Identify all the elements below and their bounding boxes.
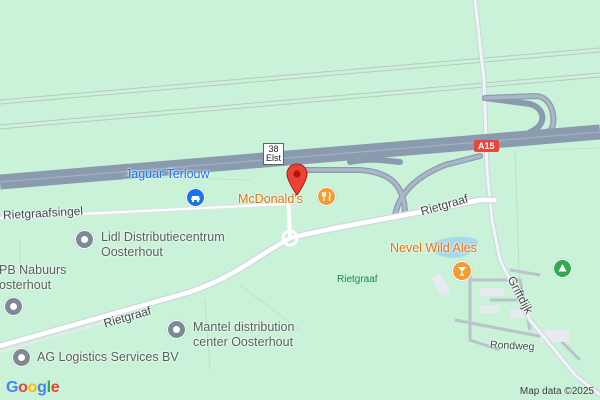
residential-buildings bbox=[431, 272, 570, 342]
park-icon[interactable] bbox=[553, 259, 572, 278]
nevel-label[interactable]: Nevel Wild Ales bbox=[390, 241, 477, 255]
business-icon-ag[interactable] bbox=[12, 348, 31, 367]
pb-label-line2: osterhout bbox=[0, 278, 52, 292]
car-dealer-icon[interactable] bbox=[186, 188, 205, 207]
copyright-label[interactable]: Map data ©2025 bbox=[520, 386, 594, 397]
lidl-label-line2: Oosterhout bbox=[101, 245, 163, 259]
rondweg-label: Rondweg bbox=[489, 338, 535, 354]
pb-label-line1: PB Nabuurs bbox=[0, 263, 67, 277]
business-icon-lidl[interactable] bbox=[75, 230, 94, 249]
railway-lines bbox=[0, 47, 600, 130]
mantel-label[interactable]: Mantel distribution center Oosterhout bbox=[193, 320, 294, 350]
a15-shield: A15 bbox=[474, 140, 499, 152]
lidl-label[interactable]: Lidl Distributiecentrum Oosterhout bbox=[101, 230, 225, 260]
google-logo[interactable]: Google bbox=[6, 379, 60, 397]
exit-shield: 38 Elst bbox=[263, 143, 285, 165]
business-icon-pb[interactable] bbox=[4, 297, 23, 316]
exit-name: Elst bbox=[266, 153, 282, 163]
map-canvas[interactable]: 38 Elst A15 Rietgraafsingel Rietgraaf Ri… bbox=[0, 0, 600, 400]
lidl-label-line1: Lidl Distributiecentrum bbox=[101, 230, 225, 244]
ag-logistics-label[interactable]: AG Logistics Services BV bbox=[37, 350, 179, 365]
restaurant-icon[interactable] bbox=[317, 187, 336, 206]
mantel-label-line1: Mantel distribution bbox=[193, 320, 295, 334]
jaguar-label[interactable]: Jaguar Terlouw bbox=[125, 167, 210, 181]
pb-nabuurs-label[interactable]: PB Nabuurs osterhout bbox=[0, 263, 66, 293]
location-pin-icon[interactable] bbox=[286, 163, 308, 197]
area-label: Rietgraaf bbox=[337, 274, 378, 285]
mantel-label-line2: center Oosterhout bbox=[193, 335, 294, 349]
business-icon-mantel[interactable] bbox=[167, 320, 186, 339]
google-logo-text: Google bbox=[6, 379, 60, 396]
bar-icon[interactable] bbox=[452, 261, 472, 281]
